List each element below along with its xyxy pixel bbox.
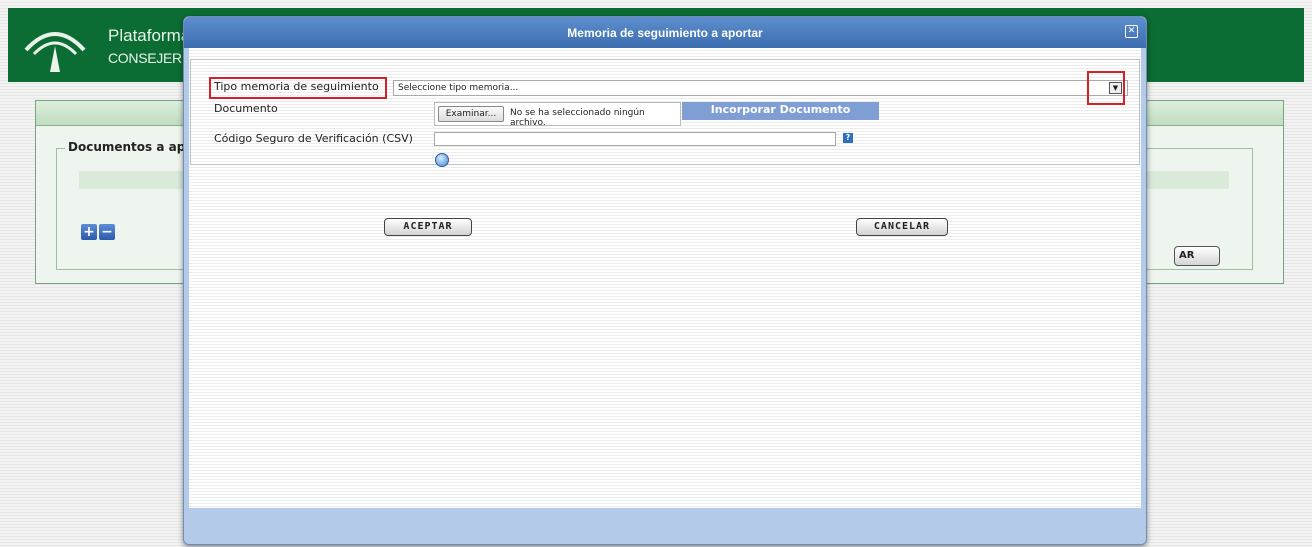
cancel-button[interactable]: CANCELAR	[856, 218, 948, 236]
modal-body: Tipo memoria de seguimiento Seleccione t…	[189, 48, 1141, 508]
help-icon[interactable]: ?	[843, 133, 853, 143]
junta-logo-icon	[24, 32, 86, 72]
modal-footer	[184, 509, 1146, 544]
background-button[interactable]: AR	[1174, 246, 1220, 266]
csv-input[interactable]	[434, 132, 836, 146]
brand-title: Plataforma	[108, 26, 191, 45]
documents-legend: Documentos a ap	[65, 140, 189, 154]
form-fieldset: Tipo memoria de seguimiento Seleccione t…	[190, 59, 1140, 167]
browse-button[interactable]: Examinar...	[438, 106, 504, 122]
brand-subtitle: CONSEJERÍA	[108, 50, 195, 66]
file-status: No se ha seleccionado ningún archivo.	[510, 108, 645, 128]
tipo-memoria-label: Tipo memoria de seguimiento	[214, 80, 379, 93]
file-input[interactable]: Examinar... No se ha seleccionado ningún…	[434, 102, 681, 128]
incorporar-documento-button[interactable]: Incorporar Documento	[682, 102, 879, 120]
plus-icon[interactable]: +	[81, 224, 97, 240]
documento-label: Documento	[214, 102, 278, 115]
dropdown-highlight	[1087, 71, 1125, 105]
modal-title: Memoria de seguimiento a aportar	[567, 26, 763, 40]
csv-label: Código Seguro de Verificación (CSV)	[214, 132, 413, 145]
tipo-memoria-select[interactable]: Seleccione tipo memoria...	[393, 80, 1128, 96]
close-icon[interactable]: ✕	[1125, 25, 1138, 38]
memoria-modal: Memoria de seguimiento a aportar ✕ Tipo …	[183, 16, 1147, 545]
database-icon[interactable]	[435, 153, 449, 167]
modal-titlebar: Memoria de seguimiento a aportar ✕	[184, 17, 1146, 48]
minus-icon[interactable]: −	[99, 224, 115, 240]
accept-button[interactable]: ACEPTAR	[384, 218, 472, 236]
